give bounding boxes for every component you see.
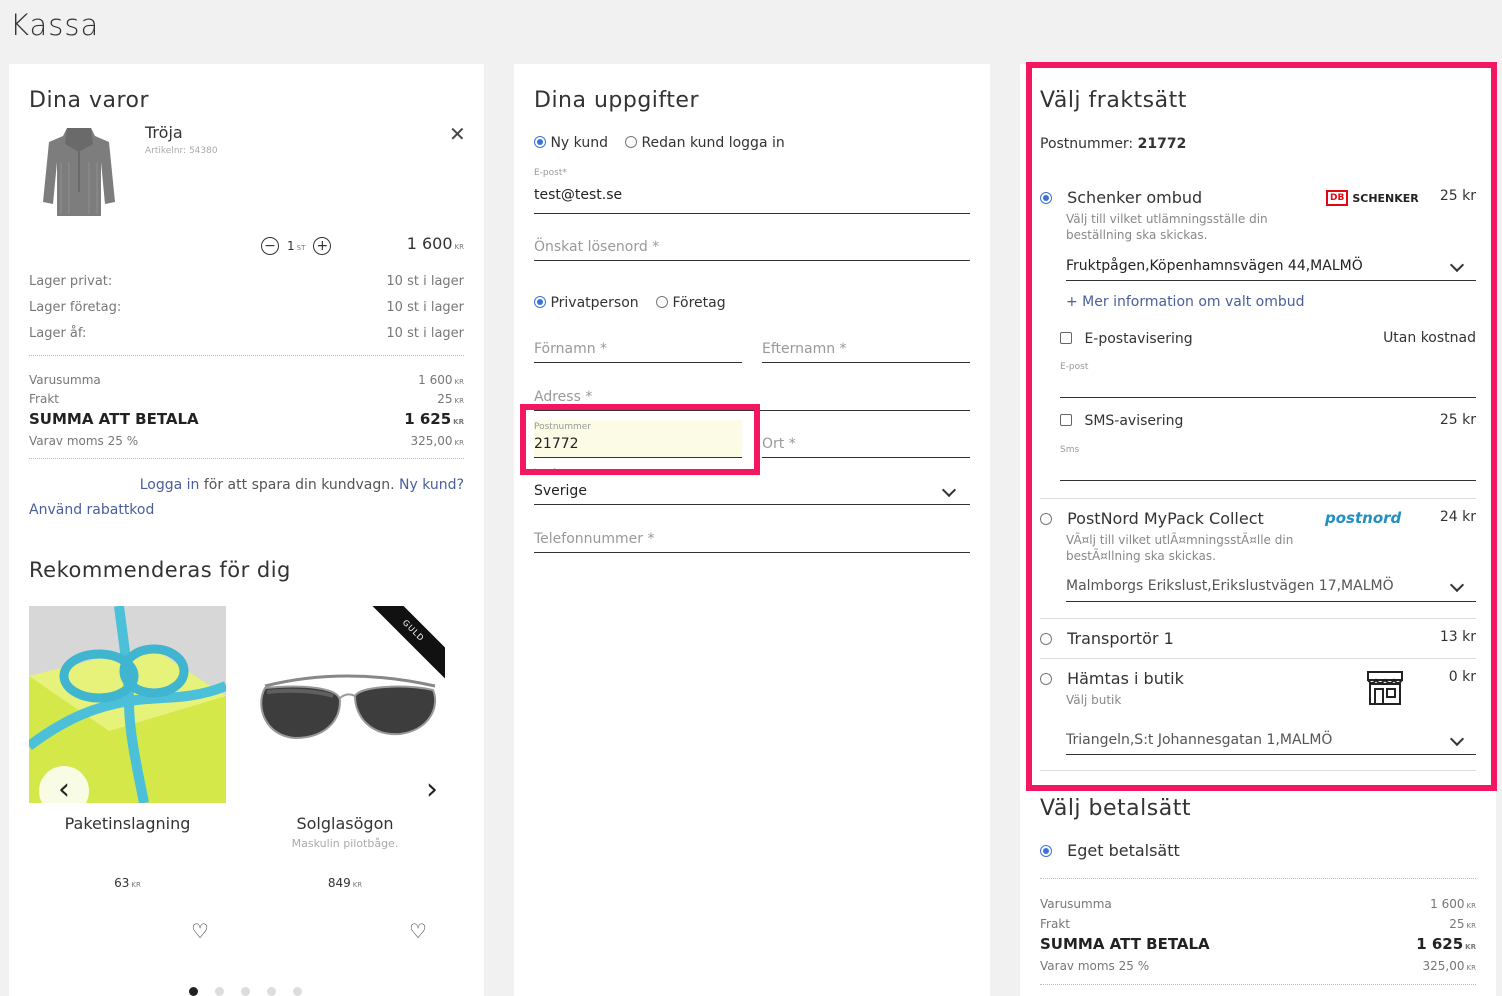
remove-item-close-icon[interactable]: ✕: [449, 124, 466, 144]
total-value: 1 625 KR: [1416, 935, 1476, 953]
subtotal-value: 1 600 KR: [418, 373, 464, 387]
increase-qty-button[interactable]: +: [313, 237, 332, 255]
carousel-dot[interactable]: [215, 987, 224, 996]
person-type-private[interactable]: Privatperson: [534, 295, 639, 311]
shipping-value: 25 KR: [437, 392, 464, 406]
address-field[interactable]: Adress *: [534, 389, 592, 405]
quantity-value[interactable]: 1: [287, 239, 295, 253]
decrease-qty-button[interactable]: −: [261, 237, 279, 255]
product-name[interactable]: Solglasögon: [245, 814, 445, 833]
carousel-dot[interactable]: [293, 987, 302, 996]
product-name[interactable]: Paketinslagning: [29, 814, 226, 833]
postcode-highlight-box: [520, 404, 760, 475]
email-field[interactable]: test@test.se: [534, 187, 622, 203]
favorite-heart-icon[interactable]: ♡: [191, 919, 209, 943]
divider: [1040, 984, 1476, 985]
stock-label-private: Lager privat:: [29, 274, 113, 289]
person-type-company[interactable]: Företag: [656, 295, 726, 311]
vat-label: Varav moms 25 %: [29, 434, 139, 448]
vat-value: 325,00 KR: [410, 434, 464, 448]
divider: [29, 458, 464, 459]
subtotal-label: Varusumma: [1040, 897, 1112, 911]
divider: [1040, 878, 1476, 879]
shipping-highlight-box: [1026, 62, 1497, 791]
customer-title: Dina uppgifter: [534, 88, 699, 113]
email-label: E-post*: [534, 168, 567, 178]
carousel-prev-button[interactable]: ‹: [39, 766, 89, 816]
country-underline: [534, 504, 970, 505]
country-select[interactable]: Sverige: [534, 483, 587, 499]
radio-icon[interactable]: [1040, 845, 1052, 857]
cart-item-name[interactable]: Tröja: [145, 123, 183, 142]
cart-panel: Dina varor Tröja Artikelnr: 54380 ✕ − 1S…: [9, 64, 484, 996]
shipping-value: 25 KR: [1449, 917, 1476, 931]
payment-option-own[interactable]: Eget betalsätt: [1040, 841, 1180, 860]
product-price: 849 KR: [327, 876, 363, 890]
carousel-dot[interactable]: [189, 987, 198, 996]
stock-label-af: Lager åf:: [29, 326, 87, 341]
carousel-dot[interactable]: [241, 987, 250, 996]
payment-title: Välj betalsätt: [1040, 796, 1191, 821]
total-value: 1 625 KR: [404, 410, 464, 428]
stock-label-company: Lager företag:: [29, 300, 122, 315]
stock-value-company: 10 st i lager: [386, 300, 464, 315]
city-underline: [762, 457, 970, 458]
password-underline: [534, 260, 970, 261]
discount-code-link[interactable]: Använd rabattkod: [29, 502, 154, 518]
product-price: 63 KR: [114, 876, 141, 890]
radio-icon[interactable]: [656, 296, 668, 308]
subtotal-value: 1 600 KR: [1430, 897, 1476, 911]
customer-type-new[interactable]: Ny kund: [534, 135, 608, 151]
stock-value-private: 10 st i lager: [386, 274, 464, 289]
lastname-underline: [762, 362, 970, 363]
cart-item-price: 1 600 KR: [406, 234, 464, 253]
phone-underline: [534, 552, 970, 553]
stock-value-af: 10 st i lager: [386, 326, 464, 341]
lastname-field[interactable]: Efternamn *: [762, 341, 847, 357]
page-title: Kassa: [10, 8, 100, 42]
login-prompt: Logga in för att spara din kundvagn. Ny …: [139, 477, 464, 493]
total-label: SUMMA ATT BETALA: [29, 410, 199, 428]
carousel-next-button[interactable]: ›: [417, 766, 447, 816]
firstname-underline: [534, 362, 742, 363]
total-label: SUMMA ATT BETALA: [1040, 935, 1210, 953]
product-image-sunglasses[interactable]: GULD: [245, 606, 445, 803]
product-image-sweater[interactable]: [39, 122, 119, 220]
firstname-field[interactable]: Förnamn *: [534, 341, 607, 357]
phone-field[interactable]: Telefonnummer *: [534, 531, 655, 547]
login-link[interactable]: Logga in: [140, 477, 200, 493]
vat-label: Varav moms 25 %: [1040, 959, 1150, 973]
quantity-stepper: − 1 ST +: [261, 236, 332, 256]
radio-icon[interactable]: [534, 296, 546, 308]
cart-item-article: Artikelnr: 54380: [145, 146, 218, 156]
customer-type-existing[interactable]: Redan kund logga in: [625, 135, 785, 151]
new-customer-link[interactable]: Ny kund?: [399, 477, 464, 493]
password-field[interactable]: Önskat lösenord *: [534, 239, 659, 255]
cart-title: Dina varor: [29, 88, 150, 113]
city-field[interactable]: Ort *: [762, 436, 796, 452]
subtotal-label: Varusumma: [29, 373, 101, 387]
customer-panel: Dina uppgifter Ny kund Redan kund logga …: [514, 64, 990, 996]
product-description: Maskulin pilotbåge.: [291, 837, 399, 850]
radio-icon[interactable]: [625, 136, 637, 148]
carousel-dot[interactable]: [267, 987, 276, 996]
favorite-heart-icon[interactable]: ♡: [409, 919, 427, 943]
email-underline: [534, 213, 970, 214]
radio-icon[interactable]: [534, 136, 546, 148]
chevron-down-icon[interactable]: [941, 482, 957, 498]
shipping-label: Frakt: [29, 392, 59, 406]
recommend-title: Rekommenderas för dig: [29, 558, 291, 582]
vat-value: 325,00 KR: [1422, 959, 1476, 973]
shipping-label: Frakt: [1040, 917, 1070, 931]
divider: [29, 355, 464, 356]
